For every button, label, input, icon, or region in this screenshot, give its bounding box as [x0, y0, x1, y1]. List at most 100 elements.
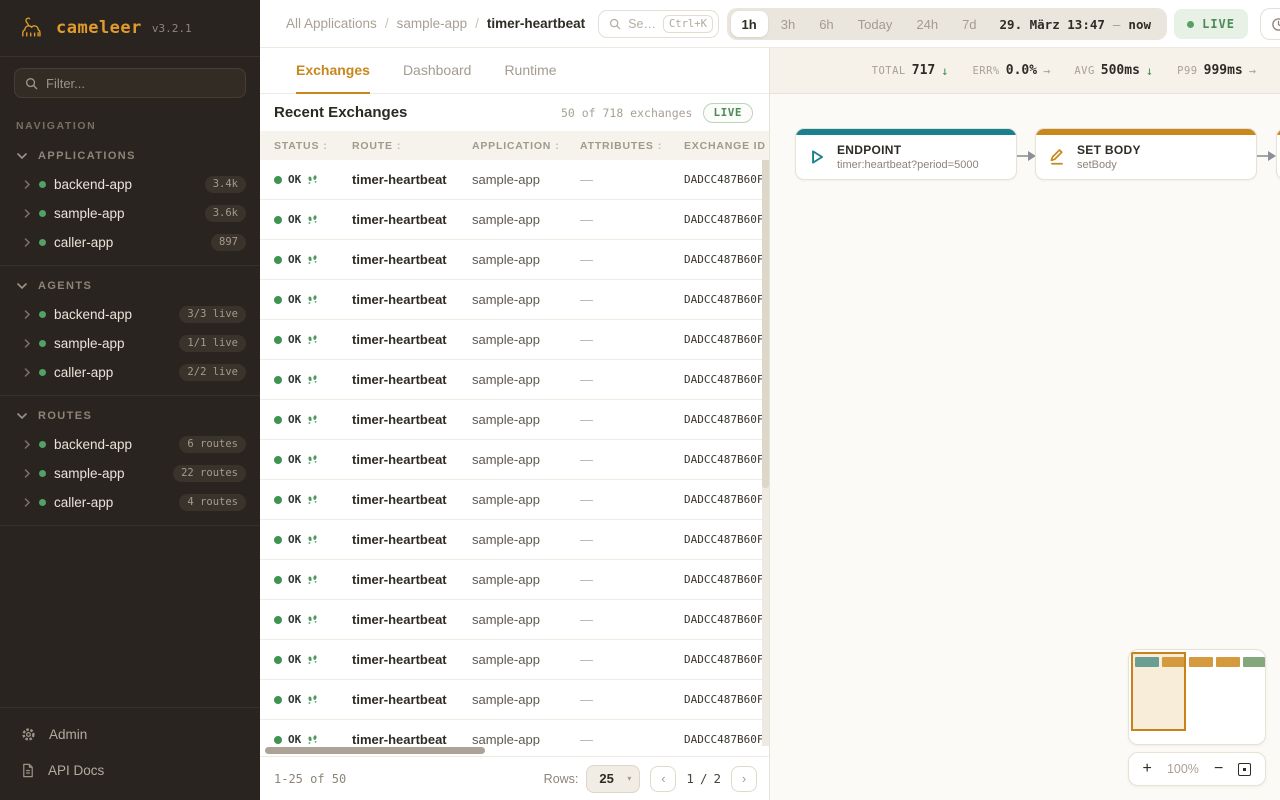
chevron-right-icon: [24, 440, 31, 449]
flow-node-set-body[interactable]: SET BODY setBody: [1035, 128, 1257, 180]
sidebar-item[interactable]: backend-app 3/3 live: [0, 300, 260, 329]
breadcrumb-sample-app[interactable]: sample-app: [397, 16, 468, 31]
table-row[interactable]: OK timer-heartb: [260, 360, 769, 400]
status-label: OK: [288, 373, 301, 386]
table-row[interactable]: OK timer-heartb: [260, 560, 769, 600]
route-cell: timer-heartbeat: [352, 212, 472, 227]
time-range-button[interactable]: Today: [847, 11, 904, 37]
tab[interactable]: Exchanges: [296, 48, 370, 94]
live-toggle[interactable]: LIVE: [1174, 9, 1248, 39]
column-header-status[interactable]: STATUS:: [274, 140, 352, 152]
filter-input[interactable]: [46, 76, 235, 91]
table-row[interactable]: OK timer-heartb: [260, 160, 769, 200]
time-range-display[interactable]: 29. März 13:47 — now: [988, 17, 1163, 32]
ok-status-dot: [274, 416, 282, 424]
attributes-cell: —: [580, 692, 684, 707]
table-row[interactable]: OK timer-heartb: [260, 480, 769, 520]
scrollbar-thumb[interactable]: [265, 747, 485, 754]
sidebar-item[interactable]: backend-app 6 routes: [0, 430, 260, 459]
sidebar-item[interactable]: caller-app 2/2 live: [0, 358, 260, 387]
sidebar-item[interactable]: sample-app 3.6k: [0, 199, 260, 228]
refresh-interval-button[interactable]: [1260, 8, 1280, 40]
chevron-right-icon: [24, 238, 31, 247]
item-badge: 3.6k: [205, 205, 246, 222]
sort-icon: :: [323, 140, 327, 152]
exchange-id-cell: DADCC487B60F8: [684, 373, 769, 386]
table-row[interactable]: OK timer-heartb: [260, 520, 769, 560]
item-badge: 1/1 live: [179, 335, 246, 352]
table-row[interactable]: OK timer-heartb: [260, 280, 769, 320]
table-row[interactable]: OK timer-heartb: [260, 320, 769, 360]
sidebar-item-api-docs[interactable]: API Docs: [0, 752, 260, 788]
time-range-button[interactable]: 24h: [905, 11, 949, 37]
zoom-out-button[interactable]: −: [1214, 761, 1223, 777]
rows-per-page-label: Rows:: [544, 772, 579, 786]
sidebar-item[interactable]: sample-app 22 routes: [0, 459, 260, 488]
sidebar-section-agents: AGENTS backend-app 3/3 live sample-app 1…: [0, 266, 260, 396]
time-range-button[interactable]: 7d: [951, 11, 987, 37]
ok-status-dot: [274, 696, 282, 704]
sort-icon: :: [555, 140, 559, 152]
sidebar-item[interactable]: caller-app 897: [0, 228, 260, 257]
column-header-attributes[interactable]: ATTRIBUTES:: [580, 140, 684, 152]
table-row[interactable]: OK timer-heartb: [260, 680, 769, 720]
tab[interactable]: Dashboard: [403, 48, 472, 94]
trace-footprints-icon: [307, 734, 318, 746]
next-page-button[interactable]: ›: [731, 766, 757, 792]
sidebar-filter[interactable]: [14, 68, 246, 98]
table-row[interactable]: OK timer-heartb: [260, 640, 769, 680]
scrollbar-thumb[interactable]: [762, 160, 769, 488]
flow-node-endpoint[interactable]: ENDPOINT timer:heartbeat?period=5000: [795, 128, 1017, 180]
status-cell: OK: [274, 373, 352, 386]
flow-canvas[interactable]: ENDPOINT timer:heartbeat?period=5000: [770, 94, 1280, 800]
route-cell: timer-heartbeat: [352, 412, 472, 427]
tab-bar: Exchanges Dashboard Runtime: [260, 48, 769, 94]
global-search-button[interactable]: Se… Ctrl+K: [598, 10, 719, 38]
time-range-button[interactable]: 1h: [731, 11, 768, 37]
status-cell: OK: [274, 213, 352, 226]
sidebar-item[interactable]: backend-app 3.4k: [0, 170, 260, 199]
column-header-route[interactable]: ROUTE:: [352, 140, 472, 152]
sidebar-item[interactable]: sample-app 1/1 live: [0, 329, 260, 358]
table-row[interactable]: OK timer-heartb: [260, 400, 769, 440]
time-range-button[interactable]: 6h: [808, 11, 844, 37]
column-header-exchange-id[interactable]: EXCHANGE ID: [684, 140, 769, 152]
chevron-right-icon: [24, 310, 31, 319]
section-header-agents[interactable]: AGENTS: [0, 272, 260, 300]
flow-minimap[interactable]: [1128, 649, 1266, 745]
status-label: OK: [288, 213, 301, 226]
status-label: OK: [288, 653, 301, 666]
tab[interactable]: Runtime: [504, 48, 556, 94]
search-icon: [609, 18, 621, 30]
breadcrumb-separator: /: [385, 16, 389, 31]
column-header-application[interactable]: APPLICATION:: [472, 140, 580, 152]
status-cell: OK: [274, 653, 352, 666]
attributes-cell: —: [580, 652, 684, 667]
breadcrumb-all-applications[interactable]: All Applications: [286, 16, 377, 31]
previous-page-button[interactable]: ‹: [650, 766, 676, 792]
table-row[interactable]: OK timer-heartb: [260, 440, 769, 480]
time-range-button[interactable]: 3h: [770, 11, 806, 37]
rows-per-page-select[interactable]: 25 ▾: [586, 765, 640, 793]
section-header-applications[interactable]: APPLICATIONS: [0, 142, 260, 170]
table-row[interactable]: OK timer-heartb: [260, 720, 769, 746]
fit-view-button[interactable]: [1238, 763, 1251, 776]
status-label: OK: [288, 453, 301, 466]
node-title: ENDPOINT: [837, 143, 979, 157]
vertical-scrollbar[interactable]: [762, 160, 769, 746]
table-row[interactable]: OK timer-heartb: [260, 600, 769, 640]
stat-value: 500ms: [1101, 63, 1140, 78]
section-header-routes[interactable]: ROUTES: [0, 402, 260, 430]
table-row[interactable]: OK timer-heartb: [260, 200, 769, 240]
table-row[interactable]: OK timer-heartb: [260, 240, 769, 280]
sidebar-item[interactable]: caller-app 4 routes: [0, 488, 260, 517]
zoom-in-button[interactable]: +: [1143, 761, 1152, 777]
stats-bar: TOTAL 717 ↓ ERR% 0.0% → AVG 500ms ↓: [770, 48, 1280, 94]
time-range-control: 1h 3h 6h Today 24h 7d 29. März 13:47 — n…: [727, 8, 1167, 40]
horizontal-scrollbar[interactable]: [260, 746, 769, 756]
flow-node-partial[interactable]: [1276, 128, 1280, 180]
minimap-viewport[interactable]: [1131, 652, 1186, 731]
chevron-right-icon: [24, 498, 31, 507]
sidebar-item-admin[interactable]: Admin: [0, 716, 260, 752]
route-cell: timer-heartbeat: [352, 492, 472, 507]
